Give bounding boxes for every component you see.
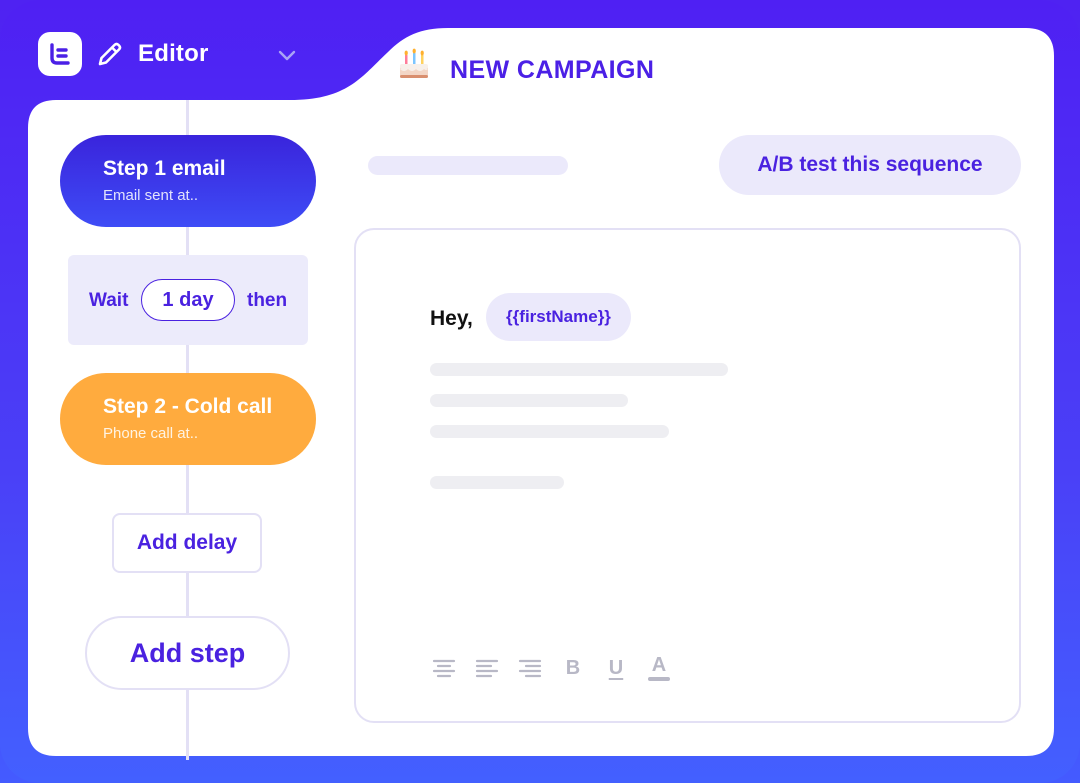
chevron-down-icon[interactable] bbox=[276, 44, 298, 66]
pencil-icon bbox=[96, 40, 124, 68]
align-right-icon[interactable] bbox=[516, 654, 544, 682]
text-line-placeholder bbox=[430, 363, 728, 376]
birthday-cake-icon bbox=[396, 46, 432, 82]
step-2-cold-call-card[interactable]: Step 2 - Cold call Phone call at.. bbox=[60, 373, 316, 465]
underline-button[interactable]: U bbox=[602, 654, 630, 682]
text-line-placeholder bbox=[430, 425, 669, 438]
editor-mode-label[interactable]: Editor bbox=[138, 40, 209, 68]
step-1-email-card[interactable]: Step 1 email Email sent at.. bbox=[60, 135, 316, 227]
add-delay-button[interactable]: Add delay bbox=[112, 513, 262, 573]
subject-line-placeholder[interactable] bbox=[368, 156, 568, 175]
wait-suffix-label: then bbox=[247, 290, 288, 311]
wait-delay-box: Wait 1 day then bbox=[68, 255, 308, 345]
campaign-title: NEW CAMPAIGN bbox=[450, 56, 655, 84]
step-2-subtitle: Phone call at.. bbox=[103, 425, 199, 442]
text-line-placeholder bbox=[430, 476, 564, 489]
add-step-button[interactable]: Add step bbox=[85, 616, 290, 690]
align-center-icon[interactable] bbox=[430, 654, 458, 682]
wait-duration-chip[interactable]: 1 day bbox=[141, 279, 235, 321]
step-1-subtitle: Email sent at.. bbox=[103, 187, 199, 204]
ab-test-button[interactable]: A/B test this sequence bbox=[719, 135, 1021, 195]
align-left-icon[interactable] bbox=[473, 654, 501, 682]
text-color-bar bbox=[648, 677, 670, 681]
text-color-letter: A bbox=[651, 654, 667, 676]
bold-button[interactable]: B bbox=[559, 654, 587, 682]
logo-icon[interactable] bbox=[38, 32, 82, 76]
app-frame: Editor NEW CAMPAIGN Step 1 email Email s… bbox=[0, 0, 1080, 783]
text-line-placeholder bbox=[430, 394, 628, 407]
wait-prefix-label: Wait bbox=[89, 290, 129, 311]
text-color-button[interactable]: A bbox=[645, 654, 673, 682]
step-2-title: Step 2 - Cold call bbox=[103, 395, 273, 418]
greeting-text: Hey, bbox=[430, 307, 473, 330]
step-1-title: Step 1 email bbox=[103, 157, 226, 180]
email-body-editor[interactable]: Hey, {{firstName}} B U A bbox=[354, 228, 1021, 723]
first-name-variable-chip[interactable]: {{firstName}} bbox=[486, 293, 631, 341]
